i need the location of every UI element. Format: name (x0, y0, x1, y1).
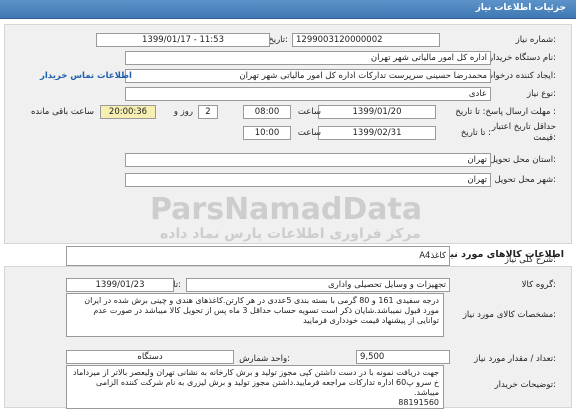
remaining-time-field: 20:00:36 (100, 105, 156, 119)
goods-group-field[interactable]: تجهیزات و وسایل تحصیلی واداری (186, 278, 450, 292)
summary-field[interactable]: کاغذA4 (66, 246, 450, 266)
city-field[interactable]: تهران (125, 173, 491, 187)
validity-time-label: ساعت (297, 128, 321, 138)
need-number-label: شماره نیاز: (515, 35, 556, 45)
unit-field[interactable]: دستگاه (66, 350, 234, 364)
validity-date-label: تا تاریخ : (460, 128, 491, 138)
buyer-notes-label: توضیحات خریدار: (494, 380, 556, 390)
buyer-contact-link[interactable]: اطلاعات تماس خریدار (40, 71, 132, 81)
spec-label: مشخصات کالای مورد نیاز: (462, 310, 556, 320)
deadline-date-field[interactable]: 1399/01/20 (318, 105, 436, 119)
spec-textarea[interactable]: درجه سفیدی 161 و 80 گرمی با بسته بندی 5ع… (66, 293, 444, 337)
announce-date-field[interactable]: 1399/01/17 - 11:53 (96, 33, 270, 47)
need-type-label: نوع نیاز: (526, 89, 556, 99)
title-bar: جزئیات اطلاعات نیاز (0, 0, 576, 19)
need-number-field[interactable]: 1299003120000002 (292, 33, 440, 47)
province-field[interactable]: تهران (125, 153, 491, 167)
validity-date-field[interactable]: 1399/02/31 (318, 126, 436, 140)
validity-time-field[interactable]: 10:00 (243, 126, 291, 140)
validity-label-line1: حداقل تاریخ اعتبار (491, 122, 556, 132)
validity-label-line2: قیمت: (533, 133, 556, 143)
city-label: شهر محل تحویل: (494, 175, 556, 185)
goods-group-label: گروه کالا: (521, 280, 556, 290)
deadline-label: مهلت ارسال پاسخ: تا تاریخ : (455, 107, 556, 117)
page-title: جزئیات اطلاعات نیاز (475, 3, 566, 13)
buyer-notes-text: جهت دریافت نمونه با در دست داشتن کپی مجو… (73, 368, 439, 397)
remaining-time-label: ساعت باقی مانده (30, 107, 94, 117)
days-remaining-field[interactable]: 2 (198, 105, 218, 119)
need-date-field[interactable]: 1399/01/23 (66, 278, 174, 292)
buyer-field[interactable]: اداره کل امور مالیاتی شهر تهران (125, 51, 491, 65)
unit-label: واحد شمارش: (239, 354, 290, 364)
province-label: استان محل تحویل: (489, 155, 556, 165)
summary-label: شرح کلی نیاز: (504, 255, 556, 265)
quantity-field[interactable]: 9,500 (356, 350, 450, 364)
deadline-time-label: ساعت (297, 107, 321, 117)
buyer-label: نام دستگاه خریدار: (489, 53, 556, 63)
buyer-notes-textarea[interactable]: جهت دریافت نمونه با در دست داشتن کپی مجو… (66, 365, 444, 409)
need-type-field[interactable]: عادی (125, 87, 491, 101)
quantity-label: تعداد / مقدار مورد نیاز: (474, 354, 556, 364)
deadline-time-field[interactable]: 08:00 (243, 105, 291, 119)
creator-field[interactable]: محمدرضا حسینی سرپرست تدارکات اداره کل ام… (125, 69, 491, 83)
days-label: روز و (173, 107, 193, 117)
